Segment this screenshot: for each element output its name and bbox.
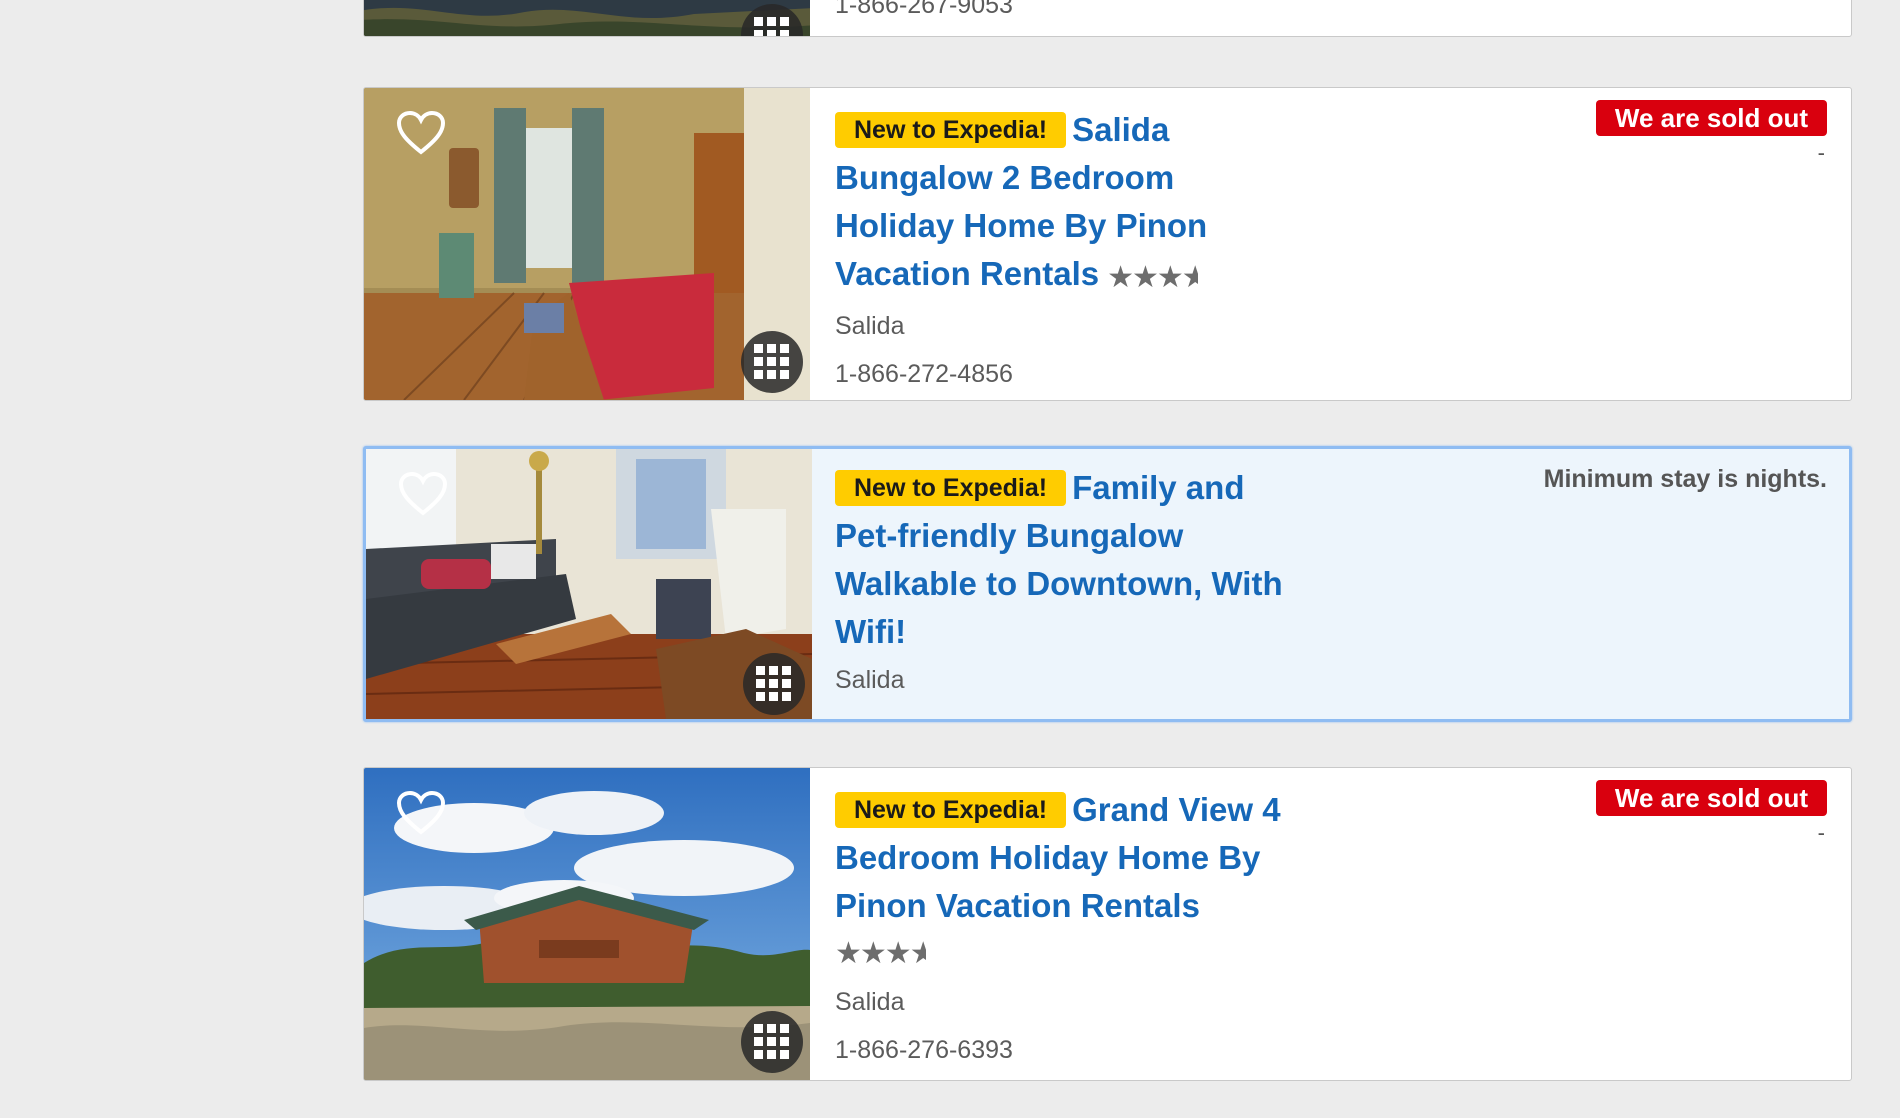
new-badge: New to Expedia! <box>835 470 1067 506</box>
heart-outline-icon <box>396 790 446 835</box>
half-star-icon: ★ <box>910 930 927 978</box>
grid-icon <box>754 344 789 379</box>
listing-title-link[interactable]: Walkable to Downtown, With <box>835 560 1375 608</box>
listing-phone: 1-866-272-4856 <box>835 360 1013 388</box>
favorite-button[interactable] <box>398 471 448 517</box>
listing-photo[interactable] <box>364 768 810 1080</box>
listing-info: New to Expedia! Family and Pet-friendly B… <box>835 464 1375 704</box>
listing-location: Salida <box>835 312 905 340</box>
listing-title-link[interactable]: Family and <box>1072 469 1244 506</box>
star-rating: ★★★★ <box>835 930 1375 978</box>
minimum-stay-notice: Minimum stay is nights. <box>1543 465 1827 493</box>
listing-title-link[interactable]: Vacation Rentals <box>835 255 1099 292</box>
listing-phone: 1-866-276-6393 <box>835 1036 1013 1064</box>
listing-location: Salida <box>835 666 905 694</box>
gallery-button[interactable] <box>743 653 805 715</box>
price-placeholder: - <box>1817 140 1825 165</box>
listing-photo[interactable] <box>364 88 810 400</box>
listing-title-link[interactable]: Wifi! <box>835 608 1375 656</box>
listing-title-link[interactable]: Bedroom Holiday Home By <box>835 834 1375 882</box>
listing-title-link[interactable]: Holiday Home By Pinon <box>835 202 1375 250</box>
listing-title-link[interactable]: Pinon Vacation Rentals <box>835 882 1375 930</box>
grid-icon <box>756 666 791 701</box>
listing-info: New to Expedia! Salida Bungalow 2 Bedroom… <box>835 106 1375 398</box>
listing-title-link[interactable]: Salida <box>1072 111 1169 148</box>
listing-phone: 1-866-267-9053 <box>835 0 1013 19</box>
listing-photo[interactable] <box>364 0 810 36</box>
listing-title-link[interactable]: Grand View 4 <box>1072 791 1280 828</box>
gallery-button[interactable] <box>741 331 803 393</box>
half-star-icon: ★ <box>1182 254 1199 302</box>
listing-card[interactable]: 1-866-267-9053 <box>363 0 1852 37</box>
listing-title-link[interactable]: Pet-friendly Bungalow <box>835 512 1375 560</box>
listing-info: New to Expedia! Grand View 4 Bedroom Holi… <box>835 786 1375 1074</box>
heart-outline-icon <box>398 471 448 516</box>
listing-card[interactable]: New to Expedia! Family and Pet-friendly B… <box>363 446 1852 722</box>
listing-card[interactable]: New to Expedia! Salida Bungalow 2 Bedroom… <box>363 87 1852 401</box>
new-badge: New to Expedia! <box>835 112 1067 148</box>
favorite-button[interactable] <box>396 790 446 836</box>
sold-out-badge: We are sold out <box>1595 780 1827 816</box>
price-placeholder: - <box>1817 820 1825 845</box>
listing-photo[interactable] <box>366 449 812 719</box>
grid-icon <box>754 17 789 36</box>
heart-outline-icon <box>396 110 446 155</box>
listing-card[interactable]: New to Expedia! Grand View 4 Bedroom Holi… <box>363 767 1852 1081</box>
listing-title-link[interactable]: Bungalow 2 Bedroom <box>835 154 1375 202</box>
listing-location: Salida <box>835 988 905 1016</box>
grid-icon <box>754 1024 789 1059</box>
gallery-button[interactable] <box>741 1011 803 1073</box>
star-rating: ★★★★ <box>1107 254 1198 302</box>
favorite-button[interactable] <box>396 110 446 156</box>
sold-out-badge: We are sold out <box>1595 100 1827 136</box>
new-badge: New to Expedia! <box>835 792 1067 828</box>
